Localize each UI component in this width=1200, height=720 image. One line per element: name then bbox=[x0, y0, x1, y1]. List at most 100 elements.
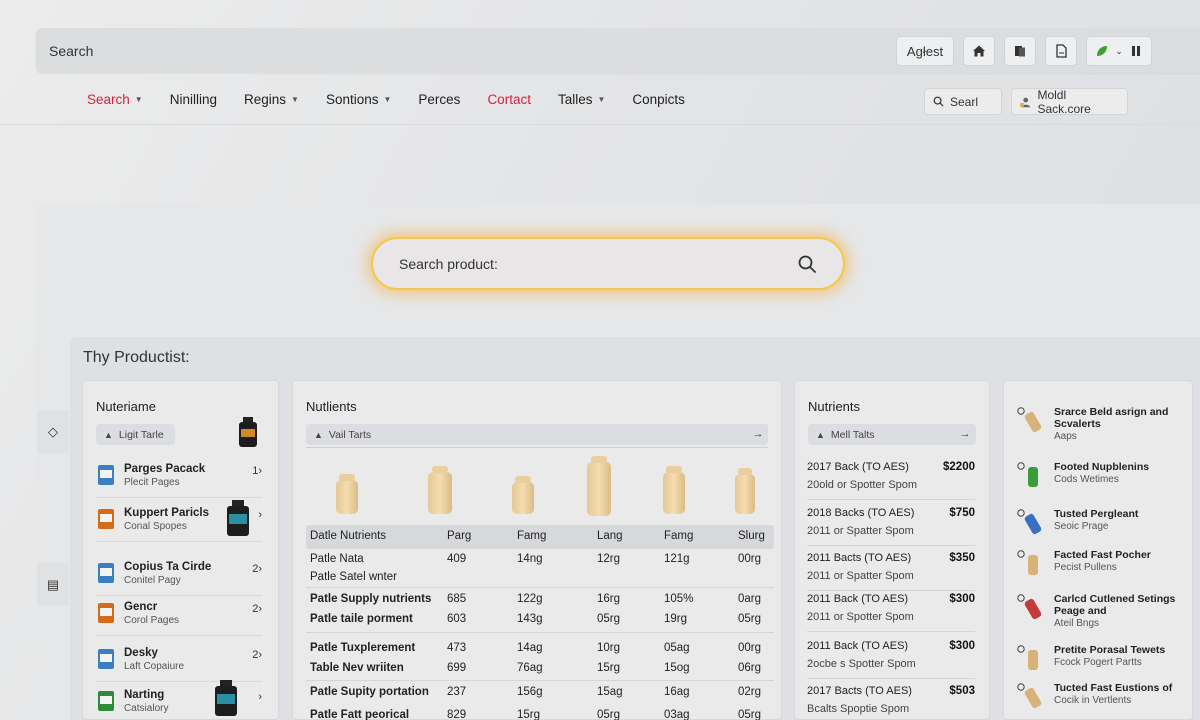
price-row[interactable]: 2011 Back (TO AES) 2011 or Spotter Spom $3… bbox=[807, 593, 975, 623]
user-account-button[interactable]: Moldl Sack.core bbox=[1011, 87, 1128, 116]
list-item[interactable]: Gencr Corol Pages 2› bbox=[96, 596, 262, 636]
feature-item[interactable]: Carlcd Cutlened Setings Peage and Ateil B… bbox=[1016, 593, 1186, 637]
price-value: $300 bbox=[949, 593, 975, 605]
code-toggle-button[interactable]: ◇ bbox=[37, 410, 69, 453]
price-row-divider bbox=[807, 631, 975, 632]
table-cell: 05ag bbox=[664, 642, 690, 654]
chevron-right-icon[interactable]: › bbox=[258, 509, 262, 521]
list-item-sub: Catsialory bbox=[124, 703, 169, 714]
search-icon[interactable] bbox=[797, 254, 817, 274]
table-row-label: Patle taile porment bbox=[310, 613, 413, 625]
table-row-divider bbox=[306, 587, 774, 588]
chevron-right-icon[interactable]: 2› bbox=[252, 563, 262, 575]
table-cell: 05rg bbox=[738, 709, 762, 720]
table-header-cell[interactable]: Lang bbox=[597, 530, 623, 542]
table-row-label: Patle Tuxplerement bbox=[310, 642, 416, 654]
card2-filter-pill[interactable]: ▲ Vail Tarts bbox=[306, 424, 768, 445]
table-row-label: Patle Fatt peorical bbox=[310, 709, 410, 720]
table-header-cell[interactable]: Famg bbox=[517, 530, 546, 542]
list-item[interactable]: Copius Ta Cirde Conitel Pagy 2› bbox=[96, 556, 262, 596]
price-row[interactable]: 2017 Bacts (TO AES) Bcalts Spoptie Spom $5… bbox=[807, 685, 975, 715]
feature-item-title: Footed Nupblenins bbox=[1054, 461, 1150, 473]
nav-item-0[interactable]: Search ▼ bbox=[87, 92, 143, 107]
table-cell: 237 bbox=[447, 686, 467, 698]
user-account-label: Moldl Sack.core bbox=[1037, 87, 1091, 116]
price-row[interactable]: 2018 Backs (TO AES) 2011 or Spatter Spom $… bbox=[807, 507, 975, 537]
supplement-bottle-image bbox=[663, 466, 685, 514]
bottle-icon bbox=[227, 500, 249, 536]
feature-item[interactable]: Srarce Beld asrign and Scvalerts Aaps bbox=[1016, 406, 1186, 450]
nav-item-4[interactable]: Perces bbox=[418, 92, 460, 107]
table-header-cell[interactable]: Famg bbox=[664, 530, 693, 542]
status-group[interactable]: ⌄ bbox=[1086, 36, 1152, 66]
list-item[interactable]: Parges Pacack Plecit Pages 1› bbox=[96, 458, 262, 498]
price-row-divider bbox=[807, 545, 975, 546]
card3-next-button[interactable]: → bbox=[955, 424, 975, 444]
chevron-down-icon: ▼ bbox=[383, 95, 392, 104]
price-row-sub: 2011 or Spotter Spom bbox=[807, 611, 914, 623]
feature-item[interactable]: Facted Fast Pocher Pecist Pullens bbox=[1016, 549, 1186, 593]
nav-item-1[interactable]: Ninilling bbox=[170, 92, 217, 107]
nav-item-7[interactable]: Conpicts bbox=[632, 92, 685, 107]
table-cell: 685 bbox=[447, 593, 467, 605]
bottle-icon bbox=[239, 417, 257, 447]
product-thumb-icon bbox=[1017, 509, 1042, 535]
home-button[interactable] bbox=[963, 36, 995, 66]
list-item-name: Kuppert Paricls bbox=[124, 507, 209, 519]
card1-pill-label: Ligit Tarle bbox=[118, 428, 164, 441]
price-row-sub: 20old or Spotter Spom bbox=[807, 479, 918, 491]
chevron-right-icon[interactable]: 2› bbox=[252, 649, 262, 661]
price-row-divider bbox=[807, 678, 975, 679]
list-toggle-button[interactable]: ▤ bbox=[37, 563, 69, 606]
documents-button[interactable] bbox=[1004, 36, 1036, 66]
price-row[interactable]: 2011 Back (TO AES) 2ocbe s Spotter Spom $3… bbox=[807, 640, 975, 670]
feature-item-title: Tucted Fast Eustions of bbox=[1054, 682, 1173, 694]
product-thumb-icon bbox=[1017, 683, 1042, 709]
table-row-divider bbox=[306, 680, 774, 681]
nav-item-3[interactable]: Sontions ▼ bbox=[326, 92, 391, 107]
main-nav: Search ▼ Ninilling Regins ▼ Sontions ▼ Perces Co… bbox=[87, 92, 712, 107]
table-cell: 00rg bbox=[738, 553, 762, 565]
price-row-sub: 2011 or Spatter Spom bbox=[807, 570, 914, 582]
table-header-cell[interactable]: Parg bbox=[447, 530, 471, 542]
documents-icon bbox=[1015, 46, 1025, 57]
feature-item[interactable]: Tucted Fast Eustions of Cocik in Vertlent… bbox=[1016, 682, 1186, 720]
card2-next-button[interactable]: → bbox=[748, 424, 768, 444]
chevron-right-icon[interactable]: 1› bbox=[252, 465, 262, 477]
table-cell: 76ag bbox=[517, 662, 543, 674]
table-header-cell[interactable]: Slurg bbox=[738, 530, 765, 542]
list-item-name: Gencr bbox=[124, 601, 158, 613]
table-cell: 15rg bbox=[597, 662, 621, 674]
product-search-input[interactable]: Search product: bbox=[371, 237, 845, 290]
list-item-name: Narting bbox=[124, 689, 165, 701]
table-header-cell[interactable]: Datle Nutrients bbox=[310, 530, 386, 542]
nav-item-2[interactable]: Regins ▼ bbox=[244, 92, 299, 107]
price-row[interactable]: 2017 Back (TO AES) 20old or Spotter Spom $… bbox=[807, 461, 975, 491]
card3-filter-pill[interactable]: ▲ Mell Talts bbox=[808, 424, 976, 445]
feature-item[interactable]: Footed Nupblenins Cods Wetimes bbox=[1016, 461, 1186, 505]
product-thumb-icon bbox=[1017, 462, 1038, 487]
nav-item-6[interactable]: Talles ▼ bbox=[558, 92, 605, 107]
chevron-right-icon[interactable]: › bbox=[258, 691, 262, 703]
price-value: $300 bbox=[949, 640, 975, 652]
product-thumb-icon bbox=[98, 465, 114, 485]
nav-search-input[interactable]: Searl bbox=[924, 88, 1002, 115]
list-item-sub: Laft Copaiure bbox=[124, 661, 185, 672]
nav-item-5[interactable]: Cortact bbox=[487, 92, 531, 107]
feature-item-sub: Pecist Pullens bbox=[1054, 562, 1117, 573]
chevron-right-icon[interactable]: 2› bbox=[252, 603, 262, 615]
feature-item[interactable]: Tusted Pergleant Seoic Prage bbox=[1016, 508, 1186, 552]
nav-item-label: Conpicts bbox=[632, 92, 685, 107]
home-icon bbox=[973, 45, 985, 57]
table-cell: 05rg bbox=[738, 613, 762, 625]
agent-button[interactable]: Agłest bbox=[896, 36, 954, 66]
file-button[interactable] bbox=[1045, 36, 1077, 66]
list-item[interactable]: Desky Laft Copaiure 2› bbox=[96, 642, 262, 682]
card1-filter-pill[interactable]: ▲ Ligit Tarle bbox=[96, 424, 175, 445]
tag-icon: ▲ bbox=[104, 429, 113, 440]
pause-icon[interactable] bbox=[1129, 44, 1143, 58]
price-row[interactable]: 2011 Bacts (TO AES) 2011 or Spatter Spom $… bbox=[807, 552, 975, 582]
top-search-bar[interactable]: Search Agłest ⌄ bbox=[36, 28, 1200, 73]
table-cell: 105% bbox=[664, 593, 694, 605]
chevron-down-icon[interactable]: ⌄ bbox=[1115, 46, 1123, 57]
